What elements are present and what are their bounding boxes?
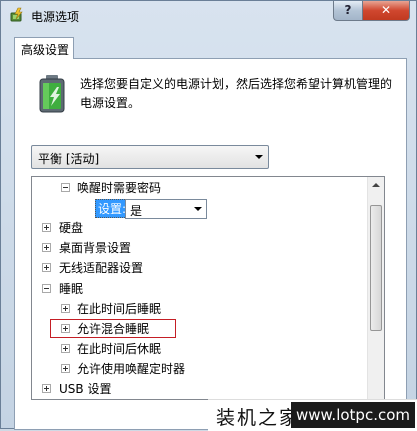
chevron-up-icon	[372, 183, 380, 187]
chevron-down-icon	[255, 155, 263, 159]
watermark-brand: 装机之家	[216, 407, 301, 429]
expand-icon[interactable]	[42, 384, 51, 393]
expand-icon[interactable]	[42, 223, 51, 232]
tree-item-label: 无线适配器设置	[59, 261, 144, 275]
expand-icon[interactable]	[61, 344, 70, 353]
setting-label: 设置:	[95, 199, 130, 218]
chevron-down-icon	[194, 207, 202, 211]
title-bar[interactable]: 电源选项 ? ✕	[1, 1, 416, 29]
expand-icon[interactable]	[61, 304, 70, 313]
collapse-icon[interactable]	[61, 183, 70, 192]
power-options-window: 电源选项 ? ✕ 高级设置 选择您要自定义的电源计划，然后选择您希望计算机管理的…	[0, 0, 417, 431]
window-title: 电源选项	[31, 10, 80, 24]
tree-item-label: 睡眠	[59, 282, 84, 296]
tab-advanced-settings[interactable]: 高级设置	[14, 37, 74, 59]
wake-password-setting-select[interactable]: 是	[125, 199, 207, 219]
tree-item-label: 在此时间后睡眠	[77, 302, 162, 316]
tree-item-label: 在此时间后休眠	[77, 342, 162, 356]
power-plan-value: 平衡 [活动]	[38, 152, 100, 166]
close-button[interactable]: ✕	[362, 1, 410, 21]
tree-vertical-scrollbar[interactable]	[367, 177, 384, 399]
tree-item-label: 允许使用唤醒定时器	[77, 362, 186, 376]
expand-icon[interactable]	[42, 263, 51, 272]
highlight-box	[50, 319, 176, 338]
collapse-icon[interactable]	[42, 284, 51, 293]
watermark: 装机之家 www.lotpc.com	[208, 399, 417, 431]
tree-item-label: 硬盘	[59, 221, 84, 235]
battery-power-icon	[39, 75, 65, 113]
tree-item-label: USB 设置	[59, 382, 112, 396]
tree-item-label: 唤醒时需要密码	[77, 181, 162, 195]
scroll-thumb[interactable]	[370, 205, 382, 331]
plan-description: 选择您要自定义的电源计划，然后选择您希望计算机管理的电源设置。	[80, 77, 393, 110]
power-plan-select[interactable]: 平衡 [活动]	[31, 145, 269, 169]
expand-icon[interactable]	[42, 243, 51, 252]
power-options-app-icon	[10, 7, 23, 22]
help-button[interactable]: ?	[333, 1, 363, 21]
tree-item-label: 桌面背景设置	[59, 241, 132, 255]
expand-icon[interactable]	[61, 364, 70, 373]
setting-value: 是	[130, 204, 143, 218]
watermark-url: www.lotpc.com	[291, 402, 415, 428]
scroll-up-button[interactable]	[368, 177, 384, 194]
